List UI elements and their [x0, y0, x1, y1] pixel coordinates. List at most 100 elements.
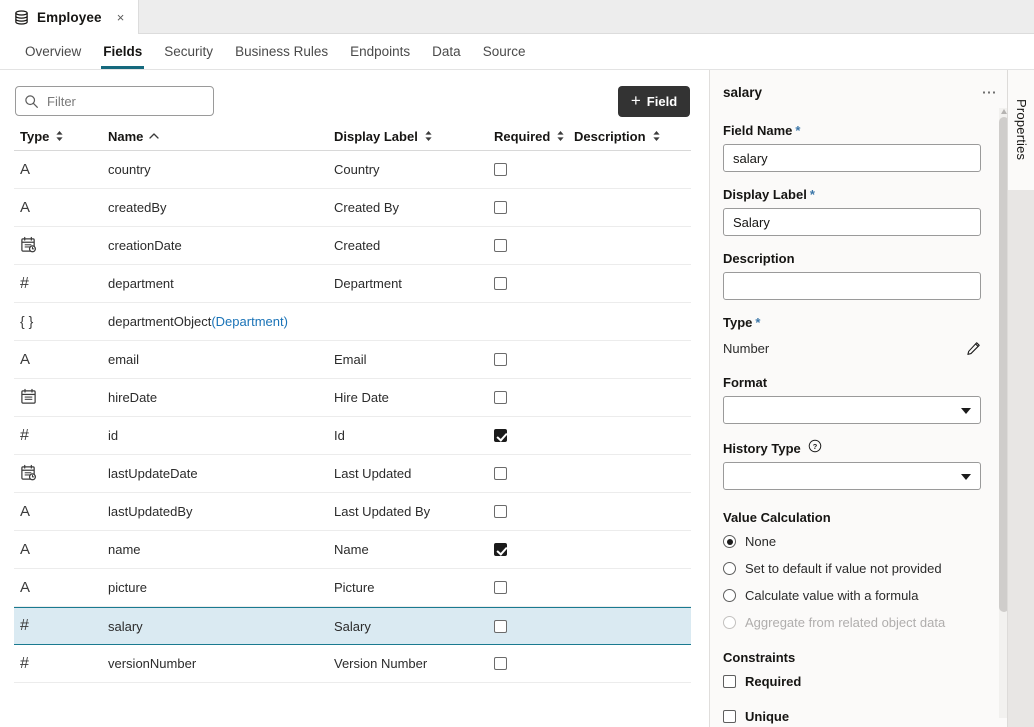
required-checkbox[interactable] — [494, 505, 507, 518]
pencil-icon[interactable] — [966, 341, 981, 356]
tab-business-rules[interactable]: Business Rules — [224, 34, 339, 69]
properties-form: Field Name * Display Label * Description — [723, 123, 993, 727]
required-checkbox[interactable] — [494, 429, 507, 442]
radio-button[interactable] — [723, 589, 736, 602]
field-name-text: hireDate — [108, 390, 157, 405]
tab-endpoints[interactable]: Endpoints — [339, 34, 421, 69]
cell-required — [494, 429, 574, 442]
column-header-name[interactable]: Name — [108, 129, 334, 144]
tab-overview[interactable]: Overview — [14, 34, 92, 69]
required-checkbox[interactable] — [494, 657, 507, 670]
svg-text:?: ? — [813, 442, 818, 451]
cell-required — [494, 657, 574, 670]
cell-type: A — [14, 162, 108, 177]
plus-icon: + — [631, 92, 641, 109]
required-checkbox[interactable] — [494, 581, 507, 594]
tab-source[interactable]: Source — [472, 34, 537, 69]
format-select[interactable] — [723, 396, 981, 424]
table-row[interactable]: AcountryCountry — [14, 151, 691, 189]
table-row[interactable]: #idId — [14, 417, 691, 455]
required-checkbox[interactable] — [494, 620, 507, 633]
constraint-checkbox[interactable] — [723, 675, 736, 688]
cell-display-label: Email — [334, 352, 494, 367]
constraint-option[interactable]: Required — [723, 674, 993, 689]
table-row[interactable]: #departmentDepartment — [14, 265, 691, 303]
field-name-text: salary — [108, 619, 143, 634]
value-calculation-title: Value Calculation — [723, 510, 993, 525]
table-row[interactable]: AnameName — [14, 531, 691, 569]
cell-required — [494, 239, 574, 252]
radio-button — [723, 616, 736, 629]
constraint-option[interactable]: Unique — [723, 709, 993, 724]
required-checkbox[interactable] — [494, 543, 507, 556]
table-row[interactable]: creationDateCreated — [14, 227, 691, 265]
column-header-description[interactable]: Description — [574, 129, 691, 144]
cell-display-label: Name — [334, 542, 494, 557]
filter-input[interactable] — [47, 94, 205, 109]
cell-name: departmentObject (Department) — [108, 314, 334, 329]
required-checkbox[interactable] — [494, 353, 507, 366]
value-calculation-option[interactable]: None — [723, 534, 993, 549]
column-header-display-label[interactable]: Display Label — [334, 129, 494, 144]
related-object-link[interactable]: (Department) — [211, 314, 288, 329]
rail-tab-properties[interactable]: Properties — [1008, 70, 1034, 190]
radio-button[interactable] — [723, 562, 736, 575]
tab-data[interactable]: Data — [421, 34, 472, 69]
constraints-title: Constraints — [723, 650, 993, 665]
required-checkbox[interactable] — [494, 391, 507, 404]
required-checkbox[interactable] — [494, 201, 507, 214]
close-icon[interactable]: × — [114, 11, 128, 24]
cell-type — [14, 388, 108, 408]
column-header-required[interactable]: Required — [494, 129, 574, 144]
table-row[interactable]: lastUpdateDateLast Updated — [14, 455, 691, 493]
type-group: Type * Number — [723, 315, 993, 360]
cell-display-label: Salary — [334, 619, 494, 634]
type-value-row: Number — [723, 336, 981, 360]
radio-button[interactable] — [723, 535, 736, 548]
cell-type — [14, 464, 108, 484]
kebab-menu-icon[interactable]: ⋯ — [982, 85, 999, 100]
required-checkbox[interactable] — [494, 467, 507, 480]
table-row[interactable]: AemailEmail — [14, 341, 691, 379]
table-row[interactable]: AlastUpdatedByLast Updated By — [14, 493, 691, 531]
properties-scroll-view: salary ⋯ Field Name * Display Label * — [710, 70, 1010, 727]
document-tab-employee[interactable]: Employee × — [0, 0, 139, 34]
cell-display-label: Picture — [334, 580, 494, 595]
filter-search-box[interactable] — [15, 86, 214, 116]
description-group: Description — [723, 251, 993, 300]
table-row[interactable]: #salarySalary — [14, 607, 691, 645]
tab-security[interactable]: Security — [153, 34, 224, 69]
table-row[interactable]: AcreatedByCreated By — [14, 189, 691, 227]
history-type-select[interactable] — [723, 462, 981, 490]
value-calculation-option[interactable]: Calculate value with a formula — [723, 588, 993, 603]
table-row[interactable]: ApicturePicture — [14, 569, 691, 607]
constraint-checkbox[interactable] — [723, 710, 736, 723]
table-row[interactable]: { }departmentObject (Department) — [14, 303, 691, 341]
description-input[interactable] — [723, 272, 981, 300]
required-checkbox[interactable] — [494, 163, 507, 176]
scroll-up-arrow-icon[interactable] — [1001, 109, 1007, 114]
required-checkbox[interactable] — [494, 239, 507, 252]
cell-required — [494, 353, 574, 366]
add-field-button[interactable]: + Field — [618, 86, 690, 117]
field-name-text: department — [108, 276, 174, 291]
required-checkbox[interactable] — [494, 277, 507, 290]
value-calculation-option: Aggregate from related object data — [723, 615, 993, 630]
help-icon[interactable]: ? — [808, 439, 822, 456]
cell-name: salary — [108, 619, 334, 634]
field-name-text: lastUpdateDate — [108, 466, 198, 481]
display-label-group: Display Label * — [723, 187, 993, 236]
constraint-option-label: Required — [745, 674, 801, 689]
display-label-label-text: Display Label — [723, 187, 807, 202]
value-calculation-option[interactable]: Set to default if value not provided — [723, 561, 993, 576]
table-row[interactable]: hireDateHire Date — [14, 379, 691, 417]
tab-fields[interactable]: Fields — [92, 34, 153, 69]
table-row[interactable]: #versionNumberVersion Number — [14, 645, 691, 683]
field-name-input[interactable] — [723, 144, 981, 172]
document-tab-strip: Employee × — [0, 0, 1034, 34]
date-type-icon — [20, 388, 37, 408]
display-label-input[interactable] — [723, 208, 981, 236]
column-header-type[interactable]: Type — [14, 129, 108, 144]
required-asterisk: * — [810, 188, 815, 201]
properties-panel: salary ⋯ Field Name * Display Label * — [709, 70, 1034, 727]
